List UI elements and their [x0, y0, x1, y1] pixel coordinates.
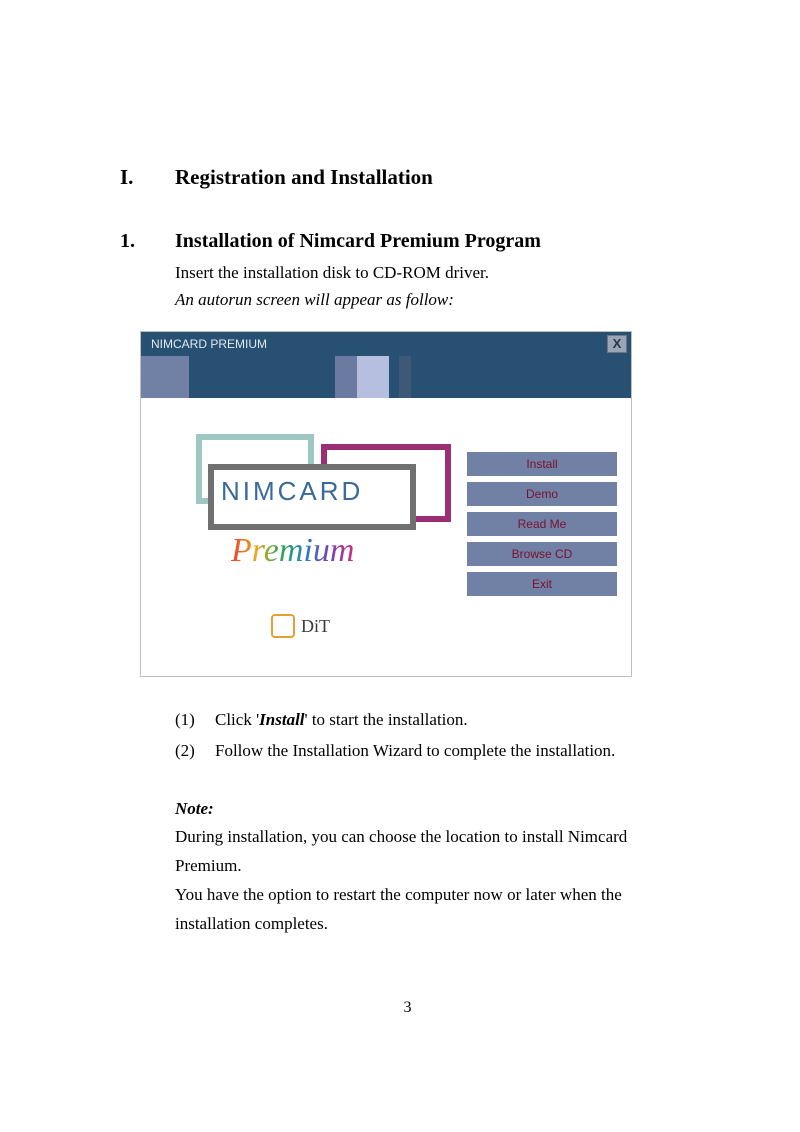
section-title: Registration and Installation [175, 165, 433, 190]
dialog-header-stripe [141, 356, 631, 398]
vendor-text: DiT [301, 616, 330, 637]
step-text: Follow the Installation Wizard to comple… [215, 736, 615, 767]
step-1: (1) Click 'Install' to start the install… [175, 705, 695, 736]
logo-tag-text: Premium [231, 534, 354, 568]
step-number: (1) [175, 705, 215, 736]
dialog-titlebar: NIMCARD PREMIUM X [141, 332, 631, 356]
vendor-icon [271, 614, 295, 638]
section-number: I. [120, 165, 175, 190]
note-paragraph-2: You have the option to restart the compu… [175, 881, 695, 939]
document-page: I. Registration and Installation 1. Inst… [0, 0, 800, 1077]
autorun-dialog: NIMCARD PREMIUM X NIMCARD Premium DiT [140, 331, 632, 677]
vendor-brand: DiT [271, 614, 330, 638]
logo-brand-text: NIMCARD [221, 476, 363, 507]
page-number: 3 [120, 999, 695, 1017]
section-heading: I. Registration and Installation [120, 165, 695, 190]
instruction-line-1: Insert the installation disk to CD-ROM d… [175, 259, 695, 286]
note-label: Note: [175, 795, 695, 824]
subsection-number: 1. [120, 230, 175, 253]
product-logo: NIMCARD Premium [211, 446, 446, 546]
close-button[interactable]: X [607, 335, 627, 353]
note-paragraph-1: During installation, you can choose the … [175, 823, 695, 881]
dialog-body: NIMCARD Premium DiT Install Demo Read Me… [141, 398, 631, 676]
autorun-menu: Install Demo Read Me Browse CD Exit [467, 452, 617, 602]
exit-button[interactable]: Exit [467, 572, 617, 596]
browsecd-button[interactable]: Browse CD [467, 542, 617, 566]
step-number: (2) [175, 736, 215, 767]
step-text: Click 'Install' to start the installatio… [215, 705, 468, 736]
note-block: Note: During installation, you can choos… [175, 795, 695, 939]
readme-button[interactable]: Read Me [467, 512, 617, 536]
instruction-line-2: An autorun screen will appear as follow: [175, 286, 695, 313]
dialog-title-text: NIMCARD PREMIUM [151, 337, 267, 351]
step-2: (2) Follow the Installation Wizard to co… [175, 736, 695, 767]
subsection-heading: 1. Installation of Nimcard Premium Progr… [120, 230, 695, 253]
demo-button[interactable]: Demo [467, 482, 617, 506]
subsection-title: Installation of Nimcard Premium Program [175, 230, 541, 253]
install-button[interactable]: Install [467, 452, 617, 476]
